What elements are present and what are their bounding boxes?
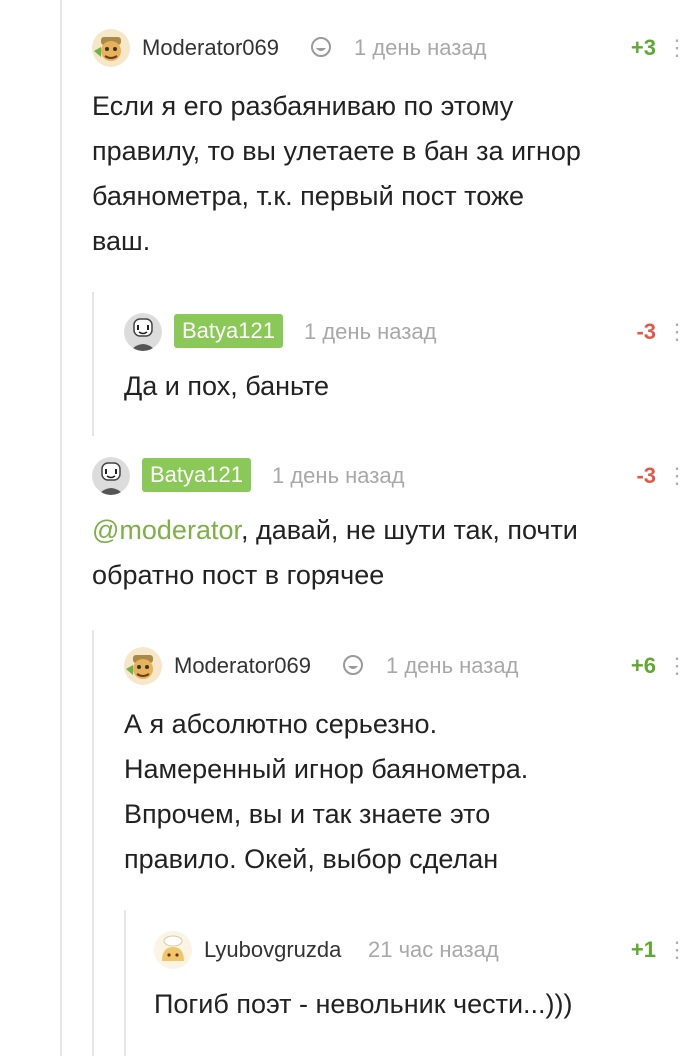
comment-text: Если я его разбаяниваю по этому правилу,…	[92, 91, 581, 256]
avatar[interactable]	[124, 313, 162, 351]
comment-header: Batya121 1 день назад -3 ⋮	[92, 454, 688, 498]
comment-header: Lyubovgruzda 21 час назад +1 ⋮	[154, 928, 688, 972]
vertical-dots-icon[interactable]: ⋮	[666, 937, 688, 963]
comment-author[interactable]: Moderator069	[174, 653, 311, 679]
comment-text: Погиб поэт - невольник чести...)))	[154, 989, 573, 1019]
user-mention-link[interactable]: @moderator	[92, 515, 241, 545]
comment-time: 21 час назад	[368, 937, 499, 962]
comment-rating: +6	[630, 653, 656, 678]
comment: Batya121 1 день назад -3 ⋮ @moderator, д…	[92, 454, 688, 598]
moderator-shield-icon	[342, 654, 364, 676]
comment-author[interactable]: Lyubovgruzda	[204, 937, 341, 963]
moderator-shield-icon	[310, 36, 332, 58]
vertical-dots-icon[interactable]: ⋮	[666, 35, 688, 61]
comment-author-badge[interactable]: Batya121	[142, 458, 251, 492]
vertical-dots-icon[interactable]: ⋮	[666, 463, 688, 489]
cartoon-mascot-avatar-icon	[92, 29, 130, 67]
marshmello-avatar-icon	[92, 457, 130, 495]
comment-text: А я абсолютно серьезно. Намеренный игнор…	[124, 709, 529, 874]
thread-line-reply-5	[124, 910, 126, 1056]
avatar[interactable]	[154, 931, 192, 969]
avatar[interactable]	[124, 647, 162, 685]
vertical-dots-icon[interactable]: ⋮	[666, 653, 688, 679]
comment-rating: +1	[630, 937, 656, 962]
comment-header: Moderator069 1 день назад +6 ⋮	[124, 644, 688, 688]
comment-header: Batya121 1 день назад -3 ⋮	[124, 310, 688, 354]
comment-author[interactable]: Moderator069	[142, 35, 279, 61]
comment-rating: -3	[636, 319, 656, 344]
thread-line-root	[60, 0, 62, 1056]
comment-header: Moderator069 1 день назад +3 ⋮	[92, 26, 688, 70]
avatar[interactable]	[92, 457, 130, 495]
avatar[interactable]	[92, 29, 130, 67]
chef-blob-avatar-icon	[154, 931, 192, 969]
cartoon-mascot-avatar-icon	[124, 647, 162, 685]
comment: Lyubovgruzda 21 час назад +1 ⋮ Погиб поэ…	[154, 928, 688, 1027]
comment: Moderator069 1 день назад +6 ⋮ А я абсол…	[124, 644, 688, 882]
comment-time: 1 день назад	[386, 653, 519, 678]
comment-text: Да и пох, баньте	[124, 371, 330, 401]
comment: Moderator069 1 день назад +3 ⋮ Если я ег…	[92, 26, 688, 264]
thread-line-reply-1	[92, 292, 94, 436]
comment-text: @moderator, давай, не шути так, почти об…	[92, 508, 676, 598]
marshmello-avatar-icon	[124, 313, 162, 351]
comment-rating: -3	[636, 463, 656, 488]
comment-author-badge[interactable]: Batya121	[174, 314, 283, 348]
thread-line-reply-4	[92, 630, 94, 1056]
comment-rating: +3	[630, 35, 656, 60]
comment-time: 1 день назад	[354, 35, 487, 60]
comment-time: 1 день назад	[272, 463, 405, 488]
vertical-dots-icon[interactable]: ⋮	[666, 319, 688, 345]
comment-time: 1 день назад	[304, 319, 437, 344]
comment: Batya121 1 день назад -3 ⋮ Да и пох, бан…	[124, 310, 688, 409]
